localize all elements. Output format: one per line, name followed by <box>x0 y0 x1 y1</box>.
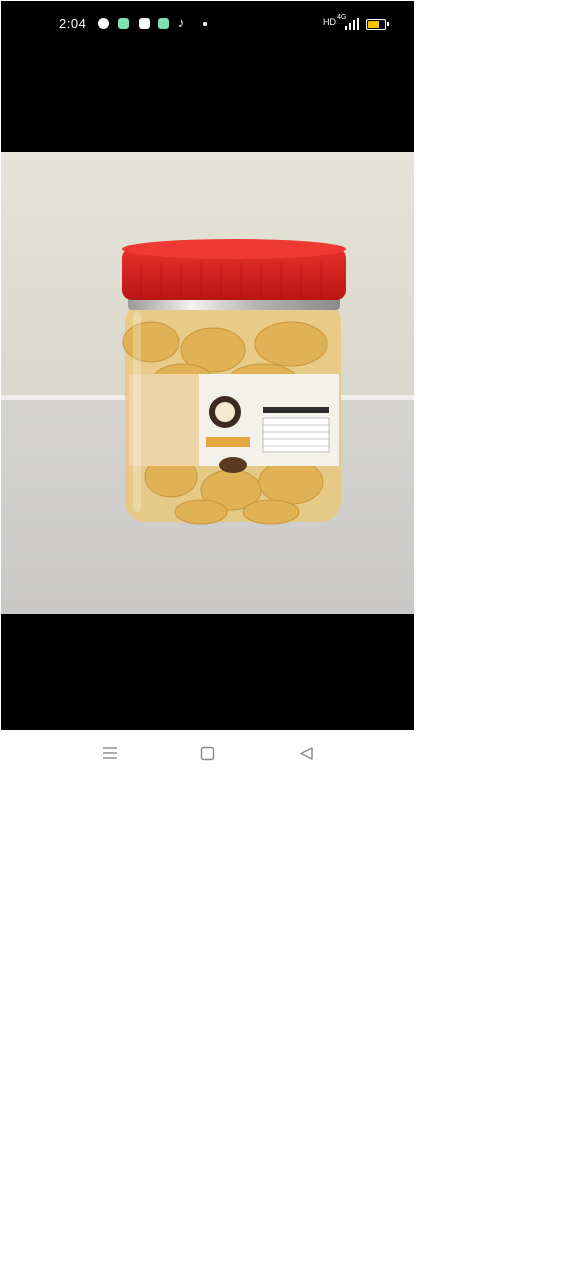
menu-icon[interactable] <box>98 741 122 765</box>
sms-icon <box>118 18 129 29</box>
signal-icon <box>345 18 359 30</box>
home-icon[interactable] <box>195 741 219 765</box>
chat-icon <box>158 18 169 29</box>
status-bar: 2:04 ♪ HD 4G <box>1 1 414 47</box>
jar-photo-image <box>1 152 414 614</box>
navigation-bar <box>0 733 414 773</box>
battery-fill <box>368 21 379 28</box>
battery-icon <box>366 19 389 30</box>
phone-screen: 2:04 ♪ HD 4G <box>1 1 414 730</box>
back-icon[interactable] <box>294 741 318 765</box>
more-notifications-dot <box>203 22 207 26</box>
product-photo[interactable] <box>1 152 414 614</box>
store-icon <box>139 18 150 29</box>
messenger-icon <box>98 18 109 29</box>
hd-icon: HD <box>323 17 336 27</box>
tiktok-icon: ♪ <box>178 15 185 30</box>
status-time: 2:04 <box>59 16 87 31</box>
